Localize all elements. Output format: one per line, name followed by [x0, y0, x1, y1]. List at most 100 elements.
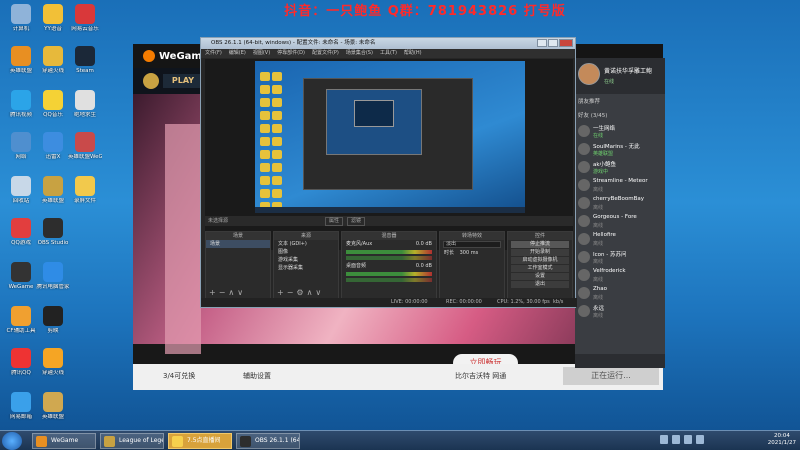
friend-status: 离线: [593, 259, 604, 265]
friend-row[interactable]: cherryBeBoomBay 离线: [575, 194, 665, 212]
friends-section[interactable]: 好友 (3/45): [575, 108, 665, 122]
source-item[interactable]: 文本 (GDI+): [274, 240, 338, 248]
desktop-icon[interactable]: 迅雷X: [36, 132, 70, 161]
desktop-icon[interactable]: 穿越火线: [36, 348, 70, 377]
menu-item[interactable]: 配置文件(P): [312, 49, 339, 58]
preview-icon: [272, 98, 282, 107]
menu-item[interactable]: 编辑(E): [229, 49, 246, 58]
start-button[interactable]: [2, 432, 22, 450]
control-button[interactable]: 停止推流: [511, 241, 569, 248]
desktop-icon-label: 腾讯电脑管家: [36, 284, 70, 290]
control-button[interactable]: 启动虚拟摄像机: [511, 257, 569, 264]
desktop-icon[interactable]: 英雄联盟: [36, 392, 70, 421]
menu-item[interactable]: 工具(T): [380, 49, 397, 58]
desktop-icon[interactable]: 英雄联盟: [36, 176, 70, 205]
play-button[interactable]: PLAY: [163, 74, 203, 88]
volume-slider[interactable]: [346, 256, 432, 260]
taskbar-button[interactable]: League of Legends: [100, 433, 164, 449]
desktop-icon[interactable]: 录屏文件: [68, 176, 102, 205]
desktop-icon-label: 剪映: [47, 328, 59, 334]
desktop-icon[interactable]: YY语音: [36, 4, 70, 33]
menu-item[interactable]: 帮助(H): [404, 49, 422, 58]
taskbar-button[interactable]: 7.5点直播间: [168, 433, 232, 449]
properties-button[interactable]: 属性: [325, 217, 344, 226]
desktop-icon[interactable]: QQ游戏: [4, 218, 38, 247]
control-button[interactable]: 设置: [511, 273, 569, 280]
chat-toolbar: [575, 354, 665, 368]
friend-name: ak小鲍鱼: [593, 162, 617, 168]
close-icon[interactable]: [559, 39, 573, 47]
desktop-icon[interactable]: CF辅助工具: [4, 306, 38, 335]
sources-controls[interactable]: +−⚙∧∨: [274, 288, 338, 298]
desktop-icon[interactable]: 剪映: [36, 306, 70, 335]
source-item[interactable]: 显示器采集: [274, 264, 338, 272]
friend-row[interactable]: Hellofire 离线: [575, 230, 665, 248]
control-button[interactable]: 退出: [511, 281, 569, 288]
running-status-button[interactable]: 正在运行...: [563, 367, 659, 385]
friend-row[interactable]: Zhao 离线: [575, 284, 665, 302]
desktop-icon[interactable]: 计算机: [4, 4, 38, 33]
desktop-icon[interactable]: OBS Studio: [36, 218, 70, 247]
desktop-icon[interactable]: WeGame: [4, 262, 38, 291]
friend-name: Zhao: [593, 286, 607, 292]
friend-row[interactable]: 永远 离线: [575, 302, 665, 320]
source-item[interactable]: 图像: [274, 248, 338, 256]
maximize-icon[interactable]: [548, 39, 558, 47]
friend-status: 游戏中: [593, 169, 609, 175]
menu-item[interactable]: 视图(V): [253, 49, 270, 58]
transition-select[interactable]: 淡出: [443, 241, 501, 248]
assist-settings-link[interactable]: 辅助设置: [243, 371, 271, 381]
desktop-icon[interactable]: Steam: [68, 46, 102, 75]
avatar[interactable]: [578, 63, 600, 85]
points-label[interactable]: 3/4可兑换: [163, 371, 195, 381]
desktop-icon[interactable]: 回收站: [4, 176, 38, 205]
taskbar-button[interactable]: WeGame: [32, 433, 96, 449]
league-logo-icon[interactable]: [143, 73, 159, 89]
desktop-icon[interactable]: 网易云音乐: [68, 4, 102, 33]
filters-button[interactable]: 滤镜: [347, 217, 366, 226]
preview-icon: [260, 176, 270, 185]
friend-row[interactable]: Velfroderick 离线: [575, 266, 665, 284]
desktop-icon-label: Steam: [76, 68, 94, 74]
obs-titlebar: OBS 26.1.1 (64-bit, windows) - 配置文件: 未命名…: [201, 38, 575, 49]
desktop-icon[interactable]: 绝地求生: [68, 90, 102, 119]
source-item[interactable]: 游戏采集: [274, 256, 338, 264]
taskbar-button[interactable]: OBS 26.1.1 (64-bit): [236, 433, 300, 449]
friend-row[interactable]: Icon - 苏苏问 离线: [575, 248, 665, 266]
friend-row[interactable]: Streamline - Meteor 离线: [575, 176, 665, 194]
friends-header: 黄诺扶华孚雕工鲍 在线: [575, 58, 665, 94]
friend-row[interactable]: ak小鲍鱼 游戏中: [575, 158, 665, 176]
minimize-icon[interactable]: [537, 39, 547, 47]
tray-volume-icon[interactable]: [672, 435, 680, 444]
tray-flag-icon[interactable]: [696, 435, 704, 444]
duration-input[interactable]: 300 ms: [460, 250, 479, 256]
recommend-section[interactable]: 朋友推荐: [575, 94, 665, 108]
scenes-controls[interactable]: +−∧∨: [206, 288, 270, 298]
desktop-icon[interactable]: QQ音乐: [36, 90, 70, 119]
menu-item[interactable]: 场景集合(S): [346, 49, 373, 58]
desktop-icon[interactable]: 网络: [4, 132, 38, 161]
menu-item[interactable]: 停靠部件(D): [277, 49, 305, 58]
clock[interactable]: 20:04 2021/1/27: [768, 433, 796, 447]
friend-row[interactable]: 一生网络 在线: [575, 122, 665, 140]
desktop-icon[interactable]: 腾讯QQ: [4, 348, 38, 377]
friend-row[interactable]: SoulMarins - 无此 英雄联盟: [575, 140, 665, 158]
tray-network-icon[interactable]: [660, 435, 668, 444]
sources-dock: 来源 文本 (GDI+) 图像 游戏采集 显示器采集 +−⚙∧∨: [273, 231, 339, 299]
control-button[interactable]: 开始录制: [511, 249, 569, 256]
desktop-icon[interactable]: 腾讯电脑管家: [36, 262, 70, 291]
volume-slider[interactable]: [346, 278, 432, 282]
desktop-icon-label: 英雄联盟: [9, 68, 32, 74]
desktop-icon[interactable]: 英雄联盟: [4, 46, 38, 75]
server-selector[interactable]: 比尔吉沃特 网通: [455, 371, 506, 381]
desktop-icon[interactable]: 网易邮箱: [4, 392, 38, 421]
desktop-icon[interactable]: 穿越火线: [36, 46, 70, 75]
menu-item[interactable]: 文件(F): [205, 49, 222, 58]
scene-item[interactable]: 场景: [206, 240, 270, 248]
tray-ime-icon[interactable]: [684, 435, 692, 444]
desktop-icon[interactable]: 英雄联盟WeGame版: [68, 132, 102, 161]
control-button[interactable]: 工作室模式: [511, 265, 569, 272]
friend-row[interactable]: Gorgeous - Fore 离线: [575, 212, 665, 230]
user-status[interactable]: 在线: [604, 78, 614, 85]
desktop-icon[interactable]: 腾讯视频: [4, 90, 38, 119]
